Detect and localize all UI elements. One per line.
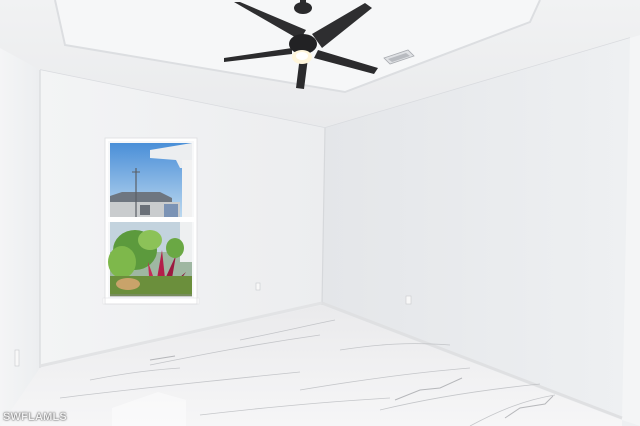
window-sill bbox=[102, 297, 200, 305]
window-rail bbox=[108, 217, 194, 222]
window bbox=[102, 137, 200, 305]
room-photo: SWFLAMLS bbox=[0, 0, 640, 426]
wall-outlet bbox=[405, 295, 412, 305]
wall-outlet bbox=[14, 349, 20, 367]
room-illustration bbox=[0, 0, 640, 426]
left-wall bbox=[0, 48, 40, 426]
watermark-logo: SWFLAMLS bbox=[3, 411, 67, 423]
wall-outlet bbox=[255, 282, 261, 291]
